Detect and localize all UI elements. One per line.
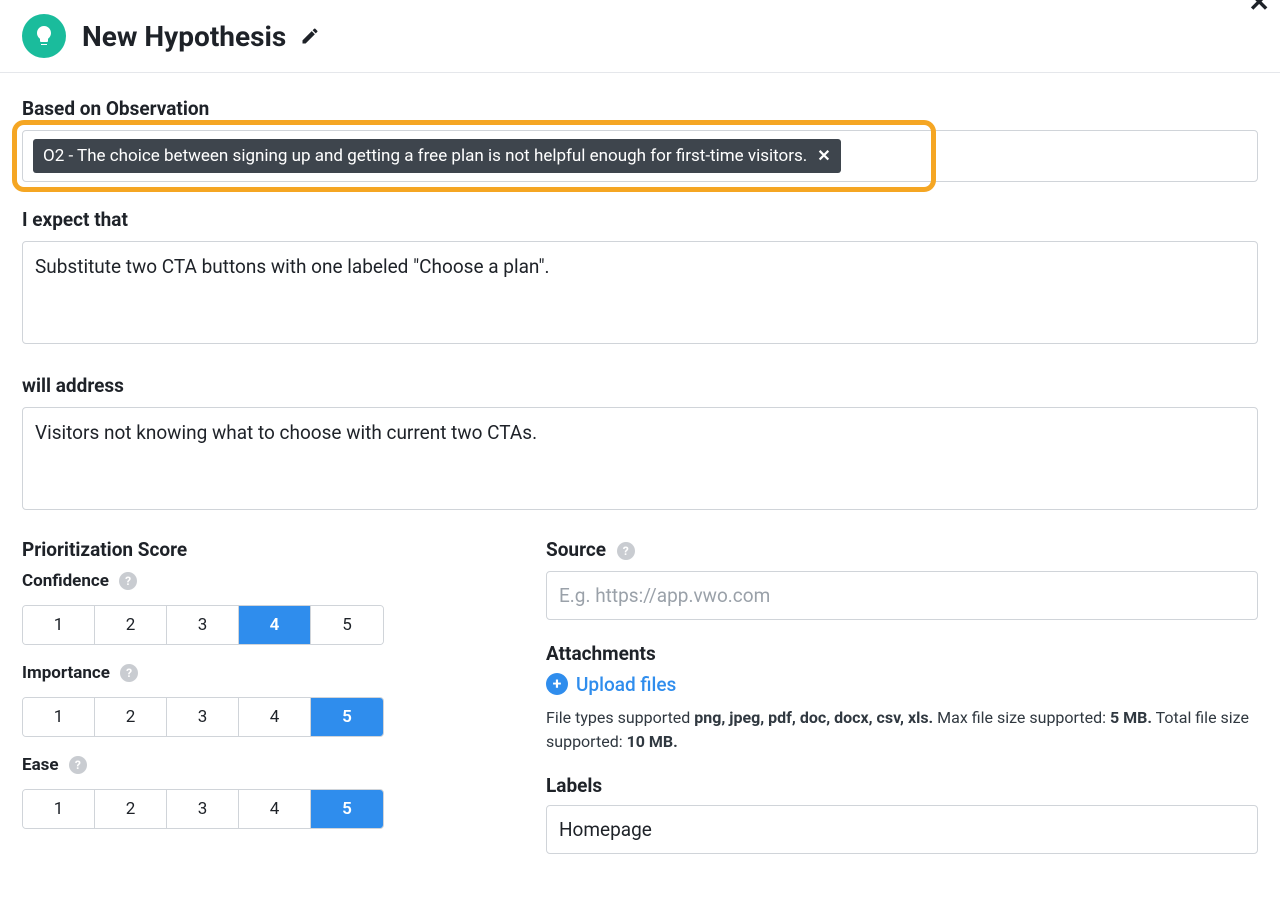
- attachments-label: Attachments: [546, 642, 1258, 665]
- address-input[interactable]: [22, 407, 1258, 510]
- observation-chip-text: O2 - The choice between signing up and g…: [43, 145, 807, 167]
- confidence-score: 12345: [22, 605, 384, 645]
- help-icon[interactable]: ?: [120, 664, 138, 682]
- score-option-3[interactable]: 3: [167, 790, 239, 828]
- score-option-4[interactable]: 4: [239, 606, 311, 644]
- prioritization-heading: Prioritization Score: [22, 538, 492, 561]
- chip-remove-icon[interactable]: ✕: [817, 146, 830, 167]
- score-option-5[interactable]: 5: [311, 790, 383, 828]
- modal-body: Based on Observation O2 - The choice bet…: [0, 73, 1280, 854]
- score-option-1[interactable]: 1: [23, 606, 95, 644]
- observation-label: Based on Observation: [22, 97, 1258, 120]
- modal-title: New Hypothesis: [82, 20, 286, 53]
- importance-score: 12345: [22, 697, 384, 737]
- modal-header: ✕ New Hypothesis: [0, 0, 1280, 72]
- help-icon[interactable]: ?: [119, 572, 137, 590]
- score-option-2[interactable]: 2: [95, 790, 167, 828]
- labels-field[interactable]: Homepage: [546, 805, 1258, 854]
- score-option-5[interactable]: 5: [311, 606, 383, 644]
- expect-label: I expect that: [22, 208, 1258, 231]
- score-option-3[interactable]: 3: [167, 698, 239, 736]
- score-option-4[interactable]: 4: [239, 790, 311, 828]
- labels-label: Labels: [546, 774, 1258, 797]
- expect-input[interactable]: [22, 241, 1258, 344]
- address-label: will address: [22, 374, 1258, 397]
- hypothesis-icon: [22, 14, 66, 58]
- attachments-help: File types supported png, jpeg, pdf, doc…: [546, 706, 1258, 754]
- score-option-4[interactable]: 4: [239, 698, 311, 736]
- score-option-5[interactable]: 5: [311, 698, 383, 736]
- source-input[interactable]: [546, 571, 1258, 620]
- score-option-1[interactable]: 1: [23, 698, 95, 736]
- close-icon[interactable]: ✕: [1248, 0, 1270, 16]
- ease-label: Ease ?: [22, 755, 492, 775]
- score-option-1[interactable]: 1: [23, 790, 95, 828]
- upload-files-label: Upload files: [576, 673, 676, 696]
- edit-icon[interactable]: [300, 26, 320, 46]
- score-option-3[interactable]: 3: [167, 606, 239, 644]
- help-icon[interactable]: ?: [69, 756, 87, 774]
- score-option-2[interactable]: 2: [95, 606, 167, 644]
- ease-score: 12345: [22, 789, 384, 829]
- observation-field[interactable]: O2 - The choice between signing up and g…: [22, 130, 1258, 182]
- importance-label: Importance ?: [22, 663, 492, 683]
- score-option-2[interactable]: 2: [95, 698, 167, 736]
- source-label: Source ?: [546, 538, 1258, 561]
- plus-circle-icon: +: [546, 673, 568, 695]
- help-icon[interactable]: ?: [617, 542, 635, 560]
- observation-chip: O2 - The choice between signing up and g…: [33, 139, 841, 173]
- confidence-label: Confidence ?: [22, 571, 492, 591]
- upload-files-button[interactable]: + Upload files: [546, 673, 1258, 696]
